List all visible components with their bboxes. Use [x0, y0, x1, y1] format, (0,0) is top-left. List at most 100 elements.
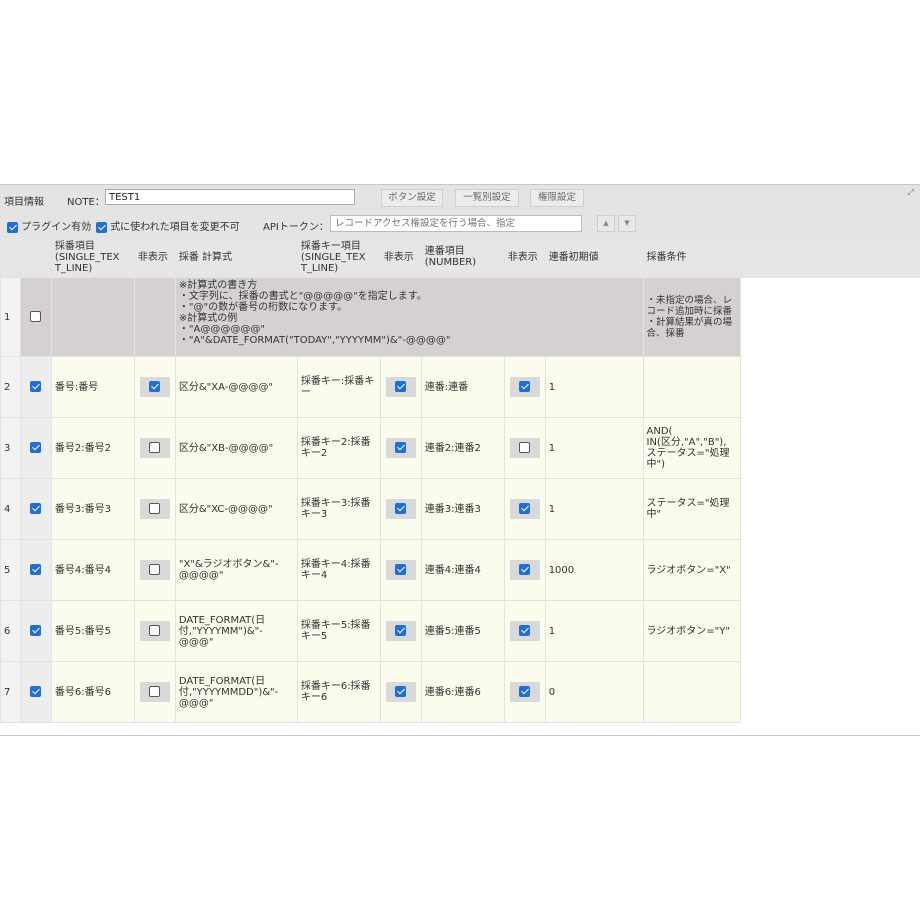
hide-numbering[interactable] — [133, 478, 176, 540]
seq-init[interactable]: 1000 — [544, 539, 644, 601]
condition-cell[interactable]: ラジオボタン="Y" — [642, 600, 742, 662]
seq-init[interactable]: 1 — [544, 600, 644, 662]
row-enabled-cell[interactable] — [19, 417, 52, 479]
formula-cell[interactable]: DATE_FORMAT(日付,"YYYYMM")&"-@@@" — [174, 600, 298, 662]
condition-cell-text: AND( IN(区分,"A","B"), ステータス="処理中") — [646, 426, 730, 470]
formula-cell[interactable]: 区分&"XA-@@@@" — [174, 356, 298, 418]
condition-cell[interactable]: AND( IN(区分,"A","B"), ステータス="処理中") — [642, 417, 742, 479]
hide-key-checkbox[interactable] — [395, 502, 407, 514]
row-enabled-checkbox[interactable] — [30, 381, 42, 393]
resize-icon[interactable]: ⤢ — [908, 188, 914, 198]
hide-key-checkbox[interactable] — [395, 380, 407, 392]
list-settings-button[interactable]: 一覧別設定 — [455, 189, 519, 207]
condition-cell[interactable]: ラジオボタン="X" — [642, 539, 742, 601]
formula-cell[interactable]: 区分&"XB-@@@@" — [174, 417, 298, 479]
hide-key[interactable] — [379, 661, 422, 723]
numbering-field[interactable]: 番号:番号 — [50, 356, 135, 418]
formula-cell[interactable]: DATE_FORMAT(日付,"YYYYMMDD")&"-@@@" — [174, 661, 298, 723]
help-hide-cell — [133, 277, 176, 357]
hide-numbering[interactable] — [133, 661, 176, 723]
row-enabled-checkbox[interactable] — [30, 442, 42, 454]
numbering-field[interactable]: 番号2:番号2 — [50, 417, 135, 479]
seq-field[interactable]: 連番4:連番4 — [420, 539, 505, 601]
numbering-field[interactable]: 番号4:番号4 — [50, 539, 135, 601]
key-field[interactable]: 採番キー2:採番キー2 — [296, 417, 381, 479]
seq-init[interactable]: 0 — [544, 661, 644, 723]
row-enabled-checkbox[interactable] — [30, 311, 42, 323]
hide-seq-checkbox[interactable] — [519, 563, 531, 575]
hide-numbering-checkbox[interactable] — [149, 502, 161, 514]
numbering-field[interactable]: 番号6:番号6 — [50, 661, 135, 723]
api-token-input[interactable] — [330, 215, 582, 232]
row-enabled-checkbox[interactable] — [30, 564, 42, 576]
permission-settings-button[interactable]: 権限設定 — [530, 189, 584, 207]
row-enabled-cell[interactable] — [19, 600, 52, 662]
hide-numbering[interactable] — [133, 600, 176, 662]
row-enabled-cell[interactable] — [19, 277, 52, 357]
hide-key-checkbox[interactable] — [395, 441, 407, 453]
button-settings-button[interactable]: ボタン設定 — [381, 189, 443, 207]
hide-seq-checkbox[interactable] — [519, 685, 531, 697]
seq-field[interactable]: 連番2:連番2 — [420, 417, 505, 479]
key-field[interactable]: 採番キー5:採番キー5 — [296, 600, 381, 662]
condition-cell[interactable]: ステータス="処理中" — [642, 478, 742, 540]
hide-numbering[interactable] — [133, 356, 176, 418]
hide-key-checkbox[interactable] — [395, 563, 407, 575]
note-input[interactable] — [105, 189, 355, 205]
row-enabled-checkbox[interactable] — [30, 686, 42, 698]
hide-seq[interactable] — [503, 356, 546, 418]
row-enabled-cell[interactable] — [19, 356, 52, 418]
move-down-button[interactable]: ▼ — [618, 215, 636, 232]
row-enabled-cell[interactable] — [19, 661, 52, 723]
hide-key-checkbox[interactable] — [395, 685, 407, 697]
hide-seq[interactable] — [503, 539, 546, 601]
hide-numbering-checkbox[interactable] — [149, 685, 161, 697]
formula-cell[interactable]: 区分&"XC-@@@@" — [174, 478, 298, 540]
key-field[interactable]: 採番キー:採番キー — [296, 356, 381, 418]
hide-numbering[interactable] — [133, 539, 176, 601]
formula-cell[interactable]: "X"&ラジオボタン&"-@@@@" — [174, 539, 298, 601]
key-field[interactable]: 採番キー3:採番キー3 — [296, 478, 381, 540]
row-enabled-checkbox[interactable] — [30, 503, 42, 515]
move-up-button[interactable]: ▲ — [597, 215, 615, 232]
seq-init[interactable]: 1 — [544, 356, 644, 418]
lock-fields-checkbox[interactable] — [96, 221, 107, 233]
plugin-enabled-checkbox[interactable] — [7, 221, 18, 233]
hide-seq[interactable] — [503, 600, 546, 662]
hide-seq[interactable] — [503, 661, 546, 723]
seq-field[interactable]: 連番5:連番5 — [420, 600, 505, 662]
hide-numbering-checkbox[interactable] — [149, 441, 161, 453]
hide-seq-checkbox[interactable] — [519, 441, 531, 453]
hide-key[interactable] — [379, 417, 422, 479]
seq-field-text: 連番2:連番2 — [424, 442, 481, 454]
hide-numbering-checkbox[interactable] — [149, 624, 161, 636]
numbering-field[interactable]: 番号3:番号3 — [50, 478, 135, 540]
hide-numbering[interactable] — [133, 417, 176, 479]
hide-key[interactable] — [379, 600, 422, 662]
seq-field[interactable]: 連番6:連番6 — [420, 661, 505, 723]
hide-key[interactable] — [379, 478, 422, 540]
hide-seq[interactable] — [503, 417, 546, 479]
condition-cell[interactable] — [642, 356, 742, 418]
key-field[interactable]: 採番キー4:採番キー4 — [296, 539, 381, 601]
hide-key[interactable] — [379, 539, 422, 601]
hide-numbering-checkbox[interactable] — [149, 563, 161, 575]
hide-key-checkbox[interactable] — [395, 624, 407, 636]
hide-seq-checkbox[interactable] — [519, 624, 531, 636]
numbering-field[interactable]: 番号5:番号5 — [50, 600, 135, 662]
hide-seq-checkbox[interactable] — [519, 380, 531, 392]
hide-numbering-checkbox[interactable] — [149, 380, 161, 392]
hide-seq-checkbox[interactable] — [519, 502, 531, 514]
condition-cell[interactable] — [642, 661, 742, 723]
row-enabled-cell[interactable] — [19, 539, 52, 601]
seq-init[interactable]: 1 — [544, 417, 644, 479]
seq-field[interactable]: 連番:連番 — [420, 356, 505, 418]
row-enabled-checkbox[interactable] — [30, 625, 42, 637]
hide-seq[interactable] — [503, 478, 546, 540]
row-enabled-cell[interactable] — [19, 478, 52, 540]
hide-seq-box — [509, 499, 540, 519]
seq-init[interactable]: 1 — [544, 478, 644, 540]
key-field[interactable]: 採番キー6:採番キー6 — [296, 661, 381, 723]
seq-field[interactable]: 連番3:連番3 — [420, 478, 505, 540]
hide-key[interactable] — [379, 356, 422, 418]
